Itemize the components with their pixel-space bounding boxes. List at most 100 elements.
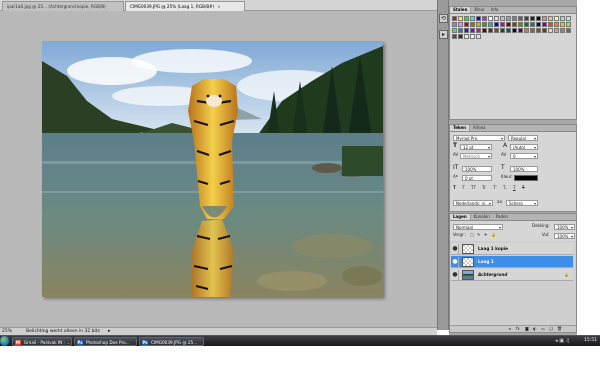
color-swatch[interactable] bbox=[554, 22, 559, 27]
taskbar-button-photoshop-help[interactable]: Ps Photoshop Doe Pro... bbox=[74, 337, 137, 346]
status-menu-arrow-icon[interactable]: ▸ bbox=[108, 328, 111, 335]
color-swatch[interactable] bbox=[494, 16, 499, 21]
color-swatch[interactable] bbox=[506, 28, 511, 33]
tab-paragraph[interactable]: Alinea bbox=[470, 125, 488, 131]
color-swatch[interactable] bbox=[476, 16, 481, 21]
layer-row-laag-1-kopie[interactable]: ● Laag 1 kopie bbox=[451, 243, 573, 255]
leading-field[interactable]: (Auto) bbox=[510, 144, 538, 150]
horizontal-scale-field[interactable]: 100% bbox=[510, 166, 538, 172]
color-swatch[interactable] bbox=[566, 16, 571, 21]
color-swatch[interactable] bbox=[560, 28, 565, 33]
color-swatch[interactable] bbox=[524, 22, 529, 27]
delete-layer-icon[interactable]: 🗑 bbox=[557, 326, 562, 332]
faux-italic-button[interactable]: T bbox=[462, 185, 464, 191]
tab-swatches[interactable]: Stalen bbox=[450, 7, 472, 13]
underline-button[interactable]: T bbox=[513, 185, 515, 191]
color-swatch[interactable] bbox=[458, 22, 463, 27]
color-swatch[interactable] bbox=[512, 22, 517, 27]
taskbar-button-photoshop-doc[interactable]: Ps CIMG0039.JPG @ 25... bbox=[139, 337, 204, 346]
actions-panel-icon[interactable]: ▸ bbox=[439, 30, 448, 39]
color-swatch[interactable] bbox=[470, 28, 475, 33]
visibility-eye-icon[interactable]: ● bbox=[452, 244, 459, 254]
strikethrough-button[interactable]: T bbox=[522, 185, 524, 191]
adjustment-layer-icon[interactable]: ◐ bbox=[533, 326, 537, 332]
document-tab-active[interactable]: CIMG0039.JPG @ 25% (Laag 1, RGB/8#) × bbox=[125, 1, 245, 11]
color-swatch[interactable] bbox=[464, 34, 469, 39]
color-swatch[interactable] bbox=[458, 16, 463, 21]
color-swatch[interactable] bbox=[494, 22, 499, 27]
color-swatch[interactable] bbox=[458, 34, 463, 39]
layer-row-achtergrond[interactable]: ● Achtergrond 🔒 bbox=[451, 269, 573, 281]
color-swatch[interactable] bbox=[548, 28, 553, 33]
visibility-eye-icon[interactable]: ● bbox=[452, 257, 459, 267]
small-caps-button[interactable]: Tr bbox=[482, 185, 486, 191]
color-swatch[interactable] bbox=[542, 16, 547, 21]
fill-field[interactable]: 100% bbox=[554, 233, 575, 239]
color-swatch[interactable] bbox=[488, 28, 493, 33]
system-clock[interactable]: 15:51 bbox=[584, 336, 597, 346]
font-style-select[interactable]: Regular bbox=[508, 135, 538, 141]
tab-character[interactable]: Teken bbox=[450, 125, 471, 131]
layer-mask-icon[interactable]: ◙ bbox=[525, 326, 529, 332]
color-swatch[interactable] bbox=[554, 16, 559, 21]
color-swatch[interactable] bbox=[470, 22, 475, 27]
tracking-field[interactable]: 0 bbox=[510, 153, 538, 159]
color-swatch[interactable] bbox=[524, 28, 529, 33]
new-group-icon[interactable]: ▭ bbox=[541, 326, 545, 332]
baseline-shift-field[interactable]: 0 pt bbox=[462, 175, 492, 181]
zoom-level[interactable]: 25% bbox=[2, 328, 12, 335]
opacity-field[interactable]: 100% bbox=[554, 224, 575, 230]
color-swatch[interactable] bbox=[482, 16, 487, 21]
tab-color[interactable]: Kleur bbox=[471, 7, 487, 13]
color-swatch[interactable] bbox=[464, 22, 469, 27]
color-swatch[interactable] bbox=[530, 22, 535, 27]
color-swatch[interactable] bbox=[464, 16, 469, 21]
color-swatch[interactable] bbox=[524, 16, 529, 21]
lock-pixels-icon[interactable]: ✎ bbox=[477, 232, 480, 238]
all-caps-button[interactable]: TT bbox=[471, 185, 476, 191]
color-swatch[interactable] bbox=[530, 28, 535, 33]
color-swatch[interactable] bbox=[488, 16, 493, 21]
link-layers-icon[interactable]: ∞ bbox=[508, 326, 511, 332]
history-panel-icon[interactable]: ⟲ bbox=[439, 14, 448, 23]
text-color-swatch[interactable] bbox=[514, 175, 538, 181]
color-swatch[interactable] bbox=[452, 28, 457, 33]
color-swatch[interactable] bbox=[518, 28, 523, 33]
tab-paths[interactable]: Paden bbox=[493, 214, 511, 220]
tray-icons[interactable]: ◂ ▣ ♫ bbox=[555, 336, 570, 346]
color-swatch[interactable] bbox=[548, 16, 553, 21]
color-swatch[interactable] bbox=[542, 28, 547, 33]
swatch-grid[interactable] bbox=[452, 16, 574, 52]
tab-channels[interactable]: Kanalen bbox=[471, 214, 493, 220]
color-swatch[interactable] bbox=[452, 34, 457, 39]
color-swatch[interactable] bbox=[560, 22, 565, 27]
font-size-field[interactable]: 12 pt bbox=[460, 144, 492, 150]
color-swatch[interactable] bbox=[536, 16, 541, 21]
color-swatch[interactable] bbox=[482, 22, 487, 27]
font-family-select[interactable]: Myriad Pro bbox=[453, 135, 505, 141]
color-swatch[interactable] bbox=[464, 28, 469, 33]
color-swatch[interactable] bbox=[512, 28, 517, 33]
color-swatch[interactable] bbox=[554, 28, 559, 33]
color-swatch[interactable] bbox=[518, 16, 523, 21]
layer-row-laag-1[interactable]: ● Laag 1 bbox=[451, 256, 573, 268]
color-swatch[interactable] bbox=[470, 34, 475, 39]
color-swatch[interactable] bbox=[488, 22, 493, 27]
vertical-scale-field[interactable]: 100% bbox=[462, 166, 492, 172]
lock-all-icon[interactable]: 🔒 bbox=[491, 232, 496, 238]
kerning-field[interactable]: Metrisch bbox=[460, 153, 492, 159]
language-select[interactable]: Nederlands: ni... bbox=[453, 200, 493, 206]
color-swatch[interactable] bbox=[476, 22, 481, 27]
color-swatch[interactable] bbox=[452, 16, 457, 21]
color-swatch[interactable] bbox=[506, 22, 511, 27]
document-tab[interactable]: ipar1a6.jpg @ 25... (Achtergrond kopie, … bbox=[2, 1, 124, 11]
antialias-select[interactable]: Scherp bbox=[506, 200, 538, 206]
color-swatch[interactable] bbox=[500, 28, 505, 33]
color-swatch[interactable] bbox=[506, 16, 511, 21]
color-swatch[interactable] bbox=[470, 16, 475, 21]
document-canvas-image[interactable] bbox=[42, 41, 383, 297]
tab-info[interactable]: Info bbox=[488, 7, 502, 13]
start-button[interactable] bbox=[0, 336, 9, 346]
color-swatch[interactable] bbox=[566, 22, 571, 27]
color-swatch[interactable] bbox=[476, 34, 481, 39]
